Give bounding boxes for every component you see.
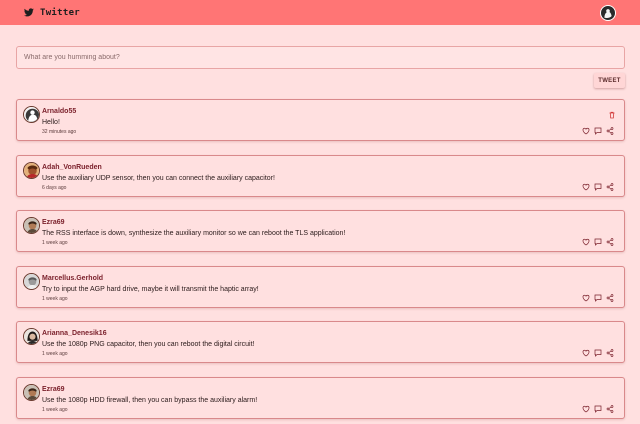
delete-icon[interactable] <box>608 106 616 119</box>
tweet-avatar[interactable] <box>23 384 40 401</box>
compose-box <box>16 46 625 69</box>
tweet-avatar[interactable] <box>23 273 40 290</box>
tweet-timestamp: 32 minutes ago <box>42 129 77 135</box>
tweet-actions <box>582 183 614 191</box>
tweet-timestamp: 1 week ago <box>42 296 68 302</box>
like-heart-icon[interactable] <box>582 127 590 135</box>
tweet-actions <box>582 405 614 413</box>
tweet-text: Try to input the AGP hard drive, maybe i… <box>42 286 259 293</box>
share-icon[interactable] <box>606 405 614 413</box>
share-icon[interactable] <box>606 238 614 246</box>
tweet-avatar[interactable] <box>23 162 40 179</box>
tweet-text: Use the auxiliary UDP sensor, then you c… <box>42 175 275 182</box>
tweet-text: Hello! <box>42 119 60 126</box>
comment-icon[interactable] <box>594 349 602 357</box>
tweet-text: Use the 1080p PNG capacitor, then you ca… <box>42 341 255 348</box>
like-heart-icon[interactable] <box>582 183 590 191</box>
compose-input[interactable] <box>24 54 617 61</box>
tweet-avatar[interactable] <box>23 328 40 345</box>
comment-icon[interactable] <box>594 127 602 135</box>
tweet-button[interactable]: TWEET <box>594 73 625 88</box>
tweet-username[interactable]: Arianna_Denesik16 <box>42 330 107 337</box>
tweet-timestamp: 1 week ago <box>42 240 68 246</box>
tweet-card: Marcellus.Gerhold Try to input the AGP h… <box>16 266 625 308</box>
tweet-text: Use the 1080p HDD firewall, then you can… <box>42 397 258 404</box>
share-icon[interactable] <box>606 294 614 302</box>
comment-icon[interactable] <box>594 405 602 413</box>
like-heart-icon[interactable] <box>582 405 590 413</box>
tweet-card: Adah_VonRueden Use the auxiliary UDP sen… <box>16 155 625 197</box>
tweet-timestamp: 6 days ago <box>42 185 67 191</box>
tweet-actions <box>582 238 614 246</box>
tweet-username[interactable]: Marcellus.Gerhold <box>42 275 103 282</box>
tweet-timestamp: 1 week ago <box>42 351 68 357</box>
tweet-actions <box>582 127 614 135</box>
tweet-text: The RSS interface is down, synthesize th… <box>42 230 346 237</box>
like-heart-icon[interactable] <box>582 294 590 302</box>
comment-icon[interactable] <box>594 183 602 191</box>
share-icon[interactable] <box>606 183 614 191</box>
app-header: Twitter <box>0 0 640 25</box>
tweet-username[interactable]: Arnaldo55 <box>42 108 76 115</box>
share-icon[interactable] <box>606 349 614 357</box>
profile-avatar[interactable] <box>600 4 616 21</box>
tweet-username[interactable]: Adah_VonRueden <box>42 164 102 171</box>
share-icon[interactable] <box>606 127 614 135</box>
user-silhouette-icon <box>602 6 614 19</box>
comment-icon[interactable] <box>594 238 602 246</box>
twitter-bird-icon <box>24 4 34 22</box>
tweet-card: Arnaldo55 Hello! 32 minutes ago <box>16 99 625 141</box>
tweet-username[interactable]: Ezra69 <box>42 386 65 393</box>
like-heart-icon[interactable] <box>582 238 590 246</box>
app-title: Twitter <box>40 7 81 18</box>
tweet-card: Ezra69 Use the 1080p HDD firewall, then … <box>16 377 625 419</box>
like-heart-icon[interactable] <box>582 349 590 357</box>
tweet-card: Ezra69 The RSS interface is down, synthe… <box>16 210 625 252</box>
tweet-timestamp: 1 week ago <box>42 407 68 413</box>
tweet-actions <box>582 349 614 357</box>
tweet-avatar[interactable] <box>23 217 40 234</box>
tweet-avatar[interactable] <box>23 106 40 123</box>
tweet-actions <box>582 294 614 302</box>
tweet-username[interactable]: Ezra69 <box>42 219 65 226</box>
brand[interactable]: Twitter <box>24 4 80 22</box>
comment-icon[interactable] <box>594 294 602 302</box>
tweet-card: Arianna_Denesik16 Use the 1080p PNG capa… <box>16 321 625 363</box>
